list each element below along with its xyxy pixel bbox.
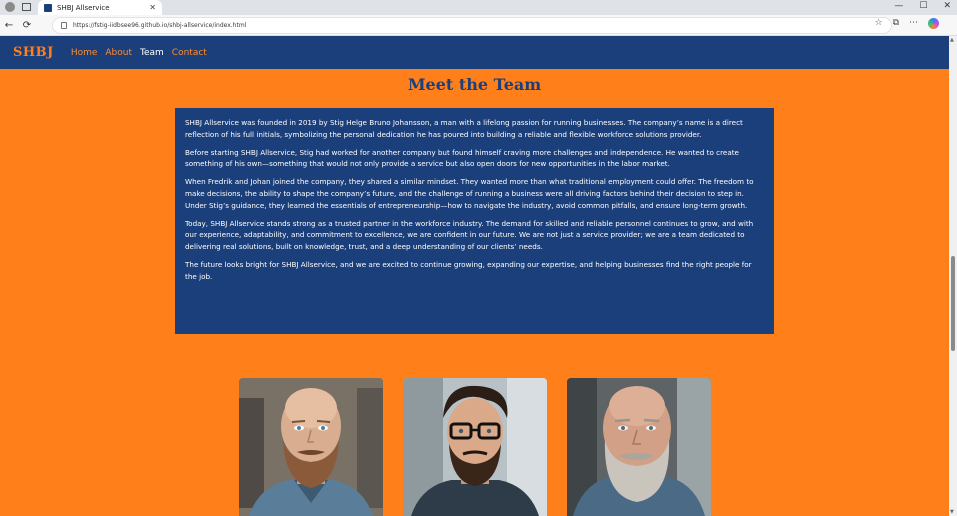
brand-logo[interactable]: SHBJ bbox=[13, 45, 54, 60]
collections-icon[interactable]: ⧉ bbox=[893, 18, 899, 29]
nav-link-about[interactable]: About bbox=[105, 48, 132, 58]
bald-bearded-man-photo bbox=[239, 378, 383, 516]
tab-actions-icon[interactable] bbox=[22, 3, 31, 11]
story-paragraph: Today, SHBJ Allservice stands strong as … bbox=[185, 218, 754, 252]
maximize-button[interactable]: ☐ bbox=[919, 1, 927, 11]
story-paragraph: The future looks bright for SHBJ Allserv… bbox=[185, 259, 752, 281]
close-window-button[interactable]: ✕ bbox=[943, 1, 951, 11]
tab-title: SHBJ Allservice bbox=[57, 3, 110, 12]
profile-icon[interactable] bbox=[5, 2, 15, 12]
older-bearded-man-photo bbox=[567, 378, 711, 516]
scroll-up-icon[interactable]: ▲ bbox=[950, 37, 954, 43]
favorite-star-icon[interactable]: ☆ bbox=[874, 18, 882, 29]
scrollbar-thumb[interactable] bbox=[951, 256, 955, 351]
page-title: Meet the Team bbox=[407, 75, 542, 94]
site-navbar: SHBJ Home About Team Contact bbox=[0, 36, 949, 69]
company-story-box: SHBJ Allservice was founded in 2019 by S… bbox=[175, 108, 774, 334]
story-paragraph: When Fredrik and Johan joined the compan… bbox=[185, 177, 754, 210]
window-controls: — ☐ ✕ bbox=[894, 1, 951, 11]
lock-icon bbox=[61, 22, 67, 29]
tab-close-icon[interactable]: ✕ bbox=[149, 3, 156, 12]
minimize-button[interactable]: — bbox=[894, 1, 903, 11]
team-gallery bbox=[239, 378, 711, 516]
team-member-card[interactable] bbox=[567, 378, 711, 516]
toolbar-actions: ☆ ⧉ ⋯ bbox=[874, 18, 939, 29]
vertical-scrollbar[interactable]: ▲ ▼ bbox=[949, 36, 957, 516]
back-button[interactable]: ← bbox=[0, 20, 18, 31]
url-text: https://fstig-iidbsee96.github.io/shbj-a… bbox=[73, 22, 247, 29]
nav-link-contact[interactable]: Contact bbox=[172, 48, 207, 58]
team-member-card[interactable] bbox=[403, 378, 547, 516]
browser-tab[interactable]: SHBJ Allservice ✕ bbox=[38, 0, 162, 15]
browser-toolbar: ← ⟳ https://fstig-iidbsee96.github.io/sh… bbox=[0, 15, 957, 36]
copilot-icon[interactable] bbox=[928, 18, 939, 29]
story-paragraph: Before starting SHBJ Allservice, Stig ha… bbox=[185, 147, 739, 169]
web-page: SHBJ Home About Team Contact Meet the Te… bbox=[0, 36, 949, 516]
man-with-glasses-photo bbox=[403, 378, 547, 516]
nav-link-team[interactable]: Team bbox=[140, 48, 164, 58]
team-member-card[interactable] bbox=[239, 378, 383, 516]
story-paragraph: SHBJ Allservice was founded in 2019 by S… bbox=[185, 118, 743, 139]
browser-tab-bar: SHBJ Allservice ✕ — ☐ ✕ bbox=[0, 0, 957, 15]
reload-button[interactable]: ⟳ bbox=[18, 20, 36, 31]
site-favicon-icon bbox=[44, 3, 52, 12]
more-menu-icon[interactable]: ⋯ bbox=[909, 18, 918, 29]
address-bar[interactable]: https://fstig-iidbsee96.github.io/shbj-a… bbox=[52, 17, 892, 34]
nav-link-home[interactable]: Home bbox=[71, 48, 98, 58]
scroll-down-icon[interactable]: ▼ bbox=[950, 509, 954, 515]
